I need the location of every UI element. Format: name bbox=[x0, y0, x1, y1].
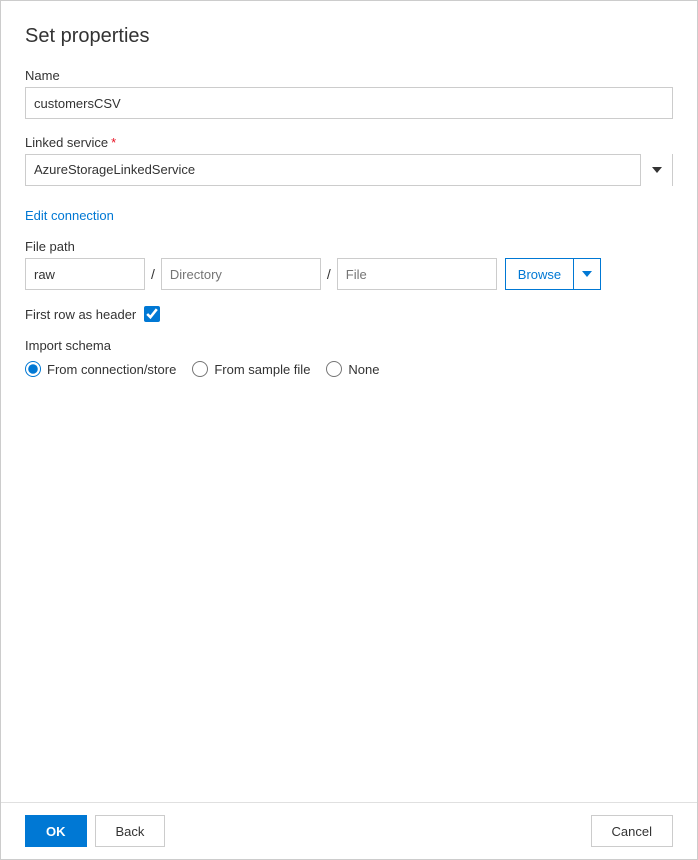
browse-chevron-icon bbox=[582, 271, 592, 277]
linked-service-label: Linked service* bbox=[25, 135, 673, 150]
file-path-group: File path / / Browse bbox=[25, 239, 673, 290]
radio-sample-label: From sample file bbox=[214, 362, 310, 377]
radio-option-sample[interactable]: From sample file bbox=[192, 361, 310, 377]
required-marker: * bbox=[111, 135, 116, 150]
linked-service-value: AzureStorageLinkedService bbox=[26, 154, 640, 186]
first-row-group: First row as header bbox=[25, 306, 673, 322]
file-path-label: File path bbox=[25, 239, 673, 254]
dialog-footer: OK Back Cancel bbox=[1, 802, 697, 859]
dropdown-arrow-button[interactable] bbox=[640, 154, 672, 186]
name-input[interactable] bbox=[25, 87, 673, 119]
file-path-container: / / Browse bbox=[25, 258, 673, 290]
import-schema-radio-group: From connection/store From sample file N… bbox=[25, 361, 673, 377]
linked-service-dropdown[interactable]: AzureStorageLinkedService bbox=[25, 154, 673, 186]
dialog-content: Set properties Name Linked service* Azur… bbox=[1, 1, 697, 802]
name-label: Name bbox=[25, 68, 673, 83]
radio-sample-input[interactable] bbox=[192, 361, 208, 377]
radio-option-connection[interactable]: From connection/store bbox=[25, 361, 176, 377]
path-separator-2: / bbox=[321, 258, 337, 290]
footer-right-buttons: Cancel bbox=[591, 815, 673, 847]
cancel-button[interactable]: Cancel bbox=[591, 815, 673, 847]
linked-service-group: Linked service* AzureStorageLinkedServic… bbox=[25, 135, 673, 186]
footer-left-buttons: OK Back bbox=[25, 815, 165, 847]
radio-option-none[interactable]: None bbox=[326, 361, 379, 377]
browse-dropdown-button[interactable] bbox=[573, 258, 601, 290]
ok-button[interactable]: OK bbox=[25, 815, 87, 847]
browse-button-container: Browse bbox=[505, 258, 601, 290]
name-group: Name bbox=[25, 68, 673, 119]
file-path-file-input[interactable] bbox=[337, 258, 497, 290]
first-row-checkbox[interactable] bbox=[144, 306, 160, 322]
radio-connection-label: From connection/store bbox=[47, 362, 176, 377]
import-schema-group: Import schema From connection/store From… bbox=[25, 338, 673, 377]
edit-connection-link[interactable]: Edit connection bbox=[25, 208, 114, 223]
path-separator-1: / bbox=[145, 258, 161, 290]
dialog-title: Set properties bbox=[25, 25, 673, 48]
import-schema-label: Import schema bbox=[25, 338, 673, 353]
radio-none-label: None bbox=[348, 362, 379, 377]
file-path-raw-input[interactable] bbox=[25, 258, 145, 290]
file-path-directory-input[interactable] bbox=[161, 258, 321, 290]
set-properties-dialog: Set properties Name Linked service* Azur… bbox=[0, 0, 698, 860]
radio-none-input[interactable] bbox=[326, 361, 342, 377]
first-row-label: First row as header bbox=[25, 307, 136, 322]
radio-connection-input[interactable] bbox=[25, 361, 41, 377]
back-button[interactable]: Back bbox=[95, 815, 166, 847]
chevron-down-icon bbox=[652, 165, 662, 175]
browse-button[interactable]: Browse bbox=[505, 258, 573, 290]
